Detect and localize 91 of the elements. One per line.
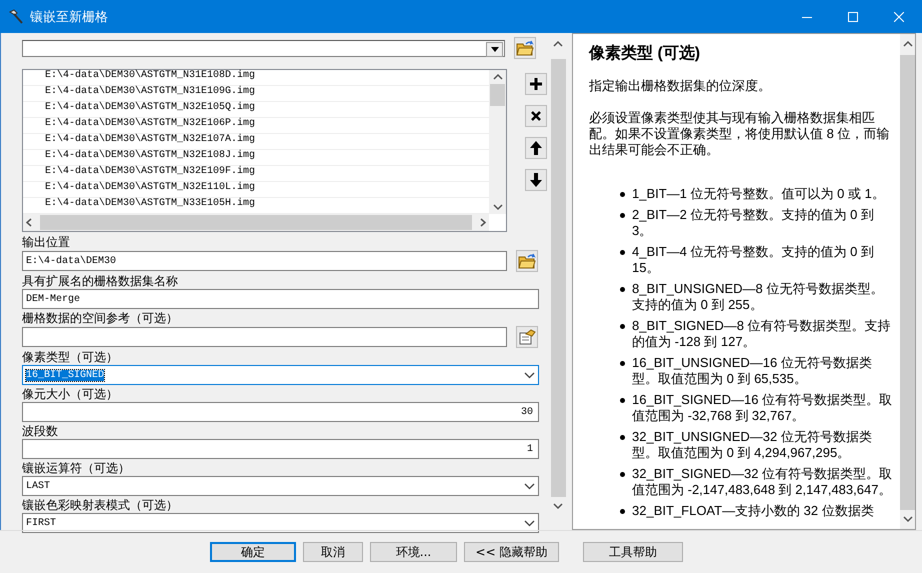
- help-paragraph: 指定输出栅格数据集的位深度。: [589, 78, 772, 94]
- field-value: E:\4-data\DEM30: [26, 256, 118, 266]
- field-label: 像素类型（可选）: [22, 350, 119, 365]
- vertical-scrollbar[interactable]: [489, 70, 506, 214]
- help-bullet: 8_BIT_UNSIGNED—8 位无符号数据类型。支持的值为 0 到 255。: [632, 281, 884, 313]
- move-down-button[interactable]: [525, 169, 547, 191]
- spatial-reference-field[interactable]: [22, 327, 507, 347]
- raster-path[interactable]: E:\4-data\DEM30\ASTGTM_N32E108J.img: [23, 150, 489, 166]
- help-bullet: 32_BIT_FLOAT—支持小数的 32 位数据类: [632, 503, 874, 519]
- dialog-button[interactable]: 工具帮助: [583, 542, 683, 562]
- bullet-icon: [620, 472, 625, 477]
- help-bullet: 16_BIT_SIGNED—16 位有符号数据类型。取值范围为 -32,768 到 32,767。: [632, 392, 894, 424]
- scrollbar-thumb[interactable]: [40, 215, 472, 230]
- browse-button[interactable]: [514, 37, 536, 59]
- field-label: 具有扩展名的栅格数据集名称: [22, 274, 179, 289]
- field-label: 波段数: [22, 424, 59, 439]
- number-field[interactable]: 1: [22, 439, 539, 459]
- maximize-icon: [848, 12, 858, 22]
- scroll-up-icon[interactable]: [492, 73, 502, 80]
- scroll-right-icon[interactable]: [480, 218, 486, 227]
- field-label: 镶嵌色彩映射表模式（可选）: [22, 498, 179, 513]
- raster-path[interactable]: E:\4-data\DEM30\ASTGTM_N32E105Q.img: [23, 102, 489, 118]
- horizontal-scrollbar[interactable]: [23, 214, 489, 231]
- scroll-down-icon[interactable]: [902, 516, 912, 523]
- dropdown-field[interactable]: LAST: [22, 476, 539, 496]
- dialog-button[interactable]: 确定: [210, 542, 296, 562]
- bullet-icon: [620, 435, 625, 440]
- help-bullet: 1_BIT—1 位无符号整数。值可以为 0 或 1。: [632, 186, 885, 202]
- dropdown-arrow-icon: [490, 46, 498, 52]
- scrollbar-thumb[interactable]: [490, 84, 505, 106]
- scroll-down-icon[interactable]: [492, 204, 502, 211]
- field-value: 30: [520, 406, 533, 418]
- dialog-button[interactable]: 取消: [303, 542, 363, 562]
- name-field[interactable]: DEM-Merge: [22, 289, 539, 309]
- help-paragraph: 必须设置像素类型使其与现有输入栅格数据集相匹配。如果不设置像素类型，将使用默认值 8 位，而输出结果可能会不正确。: [589, 110, 890, 158]
- help-bullet: 32_BIT_SIGNED—32 位有符号数据类型。取值范围为 -2,147,483,648 到 2,147,483,647。: [632, 466, 894, 498]
- bullet-icon: [620, 213, 625, 218]
- scroll-up-icon[interactable]: [902, 40, 912, 47]
- dropdown-field[interactable]: FIRST: [22, 513, 539, 533]
- field-value: 16_BIT_SIGNED: [26, 370, 106, 380]
- field-label: 像元大小（可选）: [22, 387, 119, 402]
- spatial-reference-button[interactable]: [516, 326, 538, 348]
- output-field[interactable]: E:\4-data\DEM30: [22, 251, 507, 271]
- help-bullet: 2_BIT—2 位无符号整数。支持的值为 0 到 3。: [632, 207, 875, 239]
- bullet-icon: [620, 509, 625, 514]
- down-arrow-icon: [529, 172, 543, 188]
- close-icon: [894, 12, 904, 22]
- scroll-down-icon[interactable]: [553, 503, 563, 510]
- field-label: 镶嵌运算符（可选）: [22, 461, 131, 476]
- field-label: 栅格数据的空间参考（可选）: [22, 311, 179, 326]
- bullet-icon: [620, 287, 625, 292]
- dialog-button[interactable]: 环境...: [370, 542, 457, 562]
- number-field[interactable]: 30: [22, 402, 539, 422]
- dialog-button[interactable]: << 隐藏帮助: [464, 542, 559, 562]
- raster-path[interactable]: E:\4-data\DEM30\ASTGTM_N32E110L.img: [23, 182, 489, 198]
- add-button[interactable]: [525, 73, 547, 95]
- folder-icon: [518, 253, 536, 269]
- spatial-reference-icon: [518, 329, 536, 345]
- help-bullet: 8_BIT_SIGNED—8 位有符号数据类型。支持的值为 -128 到 127。: [632, 318, 892, 350]
- scroll-up-icon[interactable]: [553, 40, 563, 47]
- input-dropdown[interactable]: [22, 40, 505, 56]
- x-icon: [530, 110, 542, 122]
- bullet-icon: [620, 192, 625, 197]
- help-bullet: 32_BIT_UNSIGNED—32 位无符号数据类型。取值范围为 0 到 4,294,967,295。: [632, 429, 873, 461]
- up-arrow-icon: [529, 140, 543, 156]
- raster-path[interactable]: E:\4-data\DEM30\ASTGTM_N32E106P.img: [23, 118, 489, 134]
- hammer-icon: [8, 8, 24, 24]
- bullet-icon: [620, 398, 625, 403]
- field-value: LAST: [26, 480, 52, 492]
- raster-path[interactable]: E:\4-data\DEM30\ASTGTM_N31E109G.img: [23, 86, 489, 102]
- raster-path[interactable]: E:\4-data\DEM30\ASTGTM_N32E107A.img: [23, 134, 489, 150]
- move-up-button[interactable]: [525, 137, 547, 159]
- field-value: 1: [526, 444, 533, 454]
- help-bullet: 16_BIT_UNSIGNED—16 位无符号数据类型。取值范围为 0 到 65,535。: [632, 355, 873, 387]
- field-value: DEM-Merge: [26, 294, 82, 304]
- dropdown-field[interactable]: 16_BIT_SIGNED: [22, 365, 539, 385]
- scroll-left-icon[interactable]: [26, 218, 32, 227]
- plus-icon: [529, 77, 543, 91]
- bullet-icon: [620, 250, 625, 255]
- browse-button[interactable]: [516, 250, 538, 272]
- remove-button[interactable]: [525, 105, 547, 127]
- raster-path[interactable]: E:\4-data\DEM30\ASTGTM_N31E108D.img: [23, 70, 489, 86]
- bullet-icon: [620, 324, 625, 329]
- help-title: 像素类型 (可选): [589, 44, 702, 64]
- raster-path[interactable]: E:\4-data\DEM30\ASTGTM_N32E109F.img: [23, 166, 489, 182]
- bullet-icon: [620, 361, 625, 366]
- help-bullet: 4_BIT—4 位无符号整数。支持的值为 0 到 15。: [632, 244, 875, 276]
- field-label: 输出位置: [22, 235, 71, 250]
- folder-icon: [516, 40, 534, 56]
- window-title: 镶嵌至新栅格: [30, 8, 108, 26]
- field-value: FIRST: [26, 518, 58, 528]
